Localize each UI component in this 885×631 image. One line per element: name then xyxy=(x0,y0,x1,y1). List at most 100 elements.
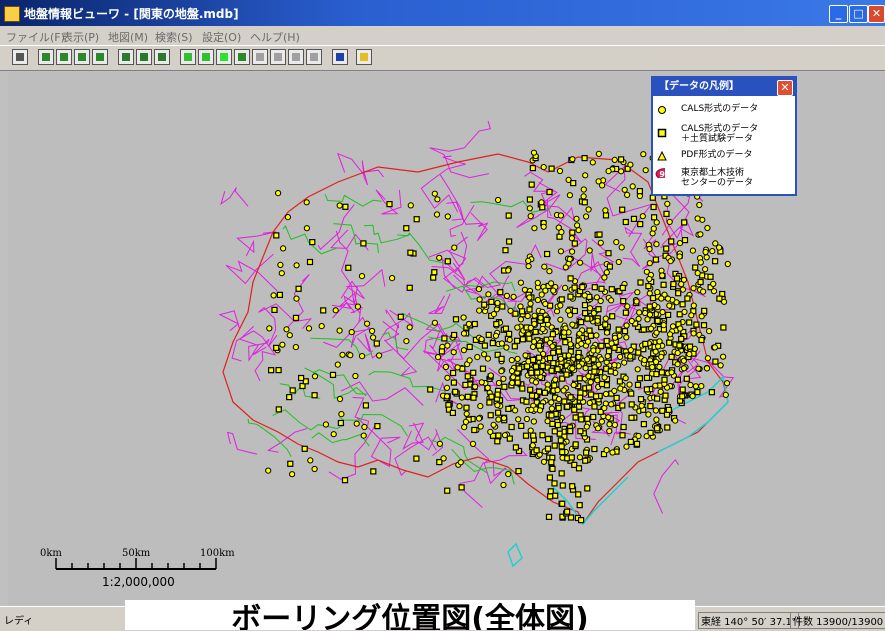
boring-point xyxy=(650,225,657,232)
boring-point xyxy=(342,203,349,210)
boring-point xyxy=(478,336,485,343)
yellow-circle-icon xyxy=(658,106,666,114)
help-button[interactable] xyxy=(356,49,372,65)
boring-point xyxy=(530,432,537,439)
boring-point xyxy=(512,310,519,317)
boring-point xyxy=(512,407,519,414)
boring-point xyxy=(589,159,596,166)
municipal-border xyxy=(665,195,695,239)
boring-point xyxy=(283,326,290,333)
scale-bar-ticks xyxy=(55,558,217,569)
boring-point xyxy=(652,382,659,389)
boring-point xyxy=(492,332,500,339)
boring-point xyxy=(560,387,567,394)
disabled-tool-1[interactable] xyxy=(252,49,268,65)
figure-caption: ボーリング位置図(全体図) xyxy=(125,600,695,630)
menu-search[interactable]: 検索(S) xyxy=(155,29,193,45)
boring-point xyxy=(543,316,550,323)
boring-point xyxy=(575,491,582,498)
grid-button[interactable] xyxy=(234,49,250,65)
menu-view[interactable]: 表示(P) xyxy=(62,29,99,45)
boring-point xyxy=(583,423,590,430)
boring-point xyxy=(663,210,670,217)
boring-point xyxy=(270,292,277,299)
boring-point xyxy=(450,349,457,356)
boring-point xyxy=(434,196,441,203)
boring-point xyxy=(611,334,619,341)
boring-point xyxy=(645,411,652,418)
boring-point xyxy=(617,156,625,163)
boring-point xyxy=(676,342,683,349)
close-button[interactable]: ✕ xyxy=(868,5,885,23)
boring-point xyxy=(546,474,554,481)
boring-point xyxy=(598,342,605,349)
boring-point xyxy=(577,259,584,266)
window-title: 地盤情報ビューワ - [関東の地盤.mdb] xyxy=(24,7,239,21)
boring-point xyxy=(712,358,719,365)
boring-point xyxy=(679,393,686,400)
boring-point xyxy=(559,449,566,456)
boring-point xyxy=(647,403,654,410)
boring-point xyxy=(557,212,565,219)
zoom-out-button[interactable] xyxy=(74,49,90,65)
zoom-fit-button[interactable] xyxy=(38,49,54,65)
boring-point xyxy=(280,245,287,252)
boring-point xyxy=(668,353,675,360)
zoom-in-button[interactable] xyxy=(56,49,72,65)
boring-point xyxy=(611,421,619,428)
maximize-button[interactable]: □ xyxy=(849,5,868,23)
boring-point xyxy=(320,307,327,314)
table-button[interactable] xyxy=(332,49,348,65)
legend-close-button[interactable]: ✕ xyxy=(777,80,793,96)
boring-point xyxy=(475,415,483,422)
boring-point xyxy=(603,337,610,345)
boring-point xyxy=(485,331,492,338)
boring-point xyxy=(592,393,600,400)
boring-point xyxy=(686,351,693,358)
boring-point xyxy=(407,202,414,209)
boring-point xyxy=(307,457,314,464)
boring-point xyxy=(476,296,483,303)
menu-file[interactable]: ファイル(F) xyxy=(6,29,65,45)
disabled-tool-4[interactable] xyxy=(306,49,322,65)
municipal-border xyxy=(236,231,277,257)
layer-button[interactable] xyxy=(180,49,196,65)
boring-point xyxy=(561,398,568,405)
cross-section-button[interactable] xyxy=(154,49,170,65)
boring-point xyxy=(484,355,491,362)
highlight-button[interactable] xyxy=(216,49,232,65)
boring-point xyxy=(584,338,592,345)
municipal-border xyxy=(226,431,258,455)
minimize-button[interactable]: _ xyxy=(829,5,848,23)
chart-button[interactable] xyxy=(198,49,214,65)
boring-point xyxy=(566,256,573,263)
boring-point xyxy=(717,362,724,369)
list-button[interactable] xyxy=(118,49,134,65)
boring-point xyxy=(552,376,559,383)
boring-point xyxy=(681,237,689,244)
boring-point xyxy=(477,403,484,410)
boring-point xyxy=(353,420,360,427)
menu-settings[interactable]: 設定(O) xyxy=(202,29,241,45)
boring-point xyxy=(549,420,556,427)
scale-label-100: 100km xyxy=(200,548,235,559)
boring-point xyxy=(624,303,631,310)
menu-map[interactable]: 地図(M) xyxy=(108,29,148,45)
print-button[interactable] xyxy=(12,49,28,65)
boring-point xyxy=(594,425,602,432)
boring-point xyxy=(575,227,582,234)
boring-point xyxy=(646,245,653,253)
boring-point xyxy=(521,286,529,293)
disabled-tool-2[interactable] xyxy=(270,49,286,65)
column-button[interactable] xyxy=(136,49,152,65)
disabled-tool-3[interactable] xyxy=(288,49,304,65)
boring-point xyxy=(567,275,574,282)
boring-point xyxy=(545,513,553,520)
boring-point xyxy=(352,372,359,380)
menu-bar: ファイル(F) 表示(P) 地図(M) 検索(S) 設定(O) ヘルプ(H) xyxy=(0,26,885,45)
menu-help[interactable]: ヘルプ(H) xyxy=(250,29,300,45)
boring-point xyxy=(581,154,588,162)
measure-button[interactable] xyxy=(92,49,108,65)
boring-point xyxy=(601,274,608,281)
boring-point xyxy=(440,455,447,462)
